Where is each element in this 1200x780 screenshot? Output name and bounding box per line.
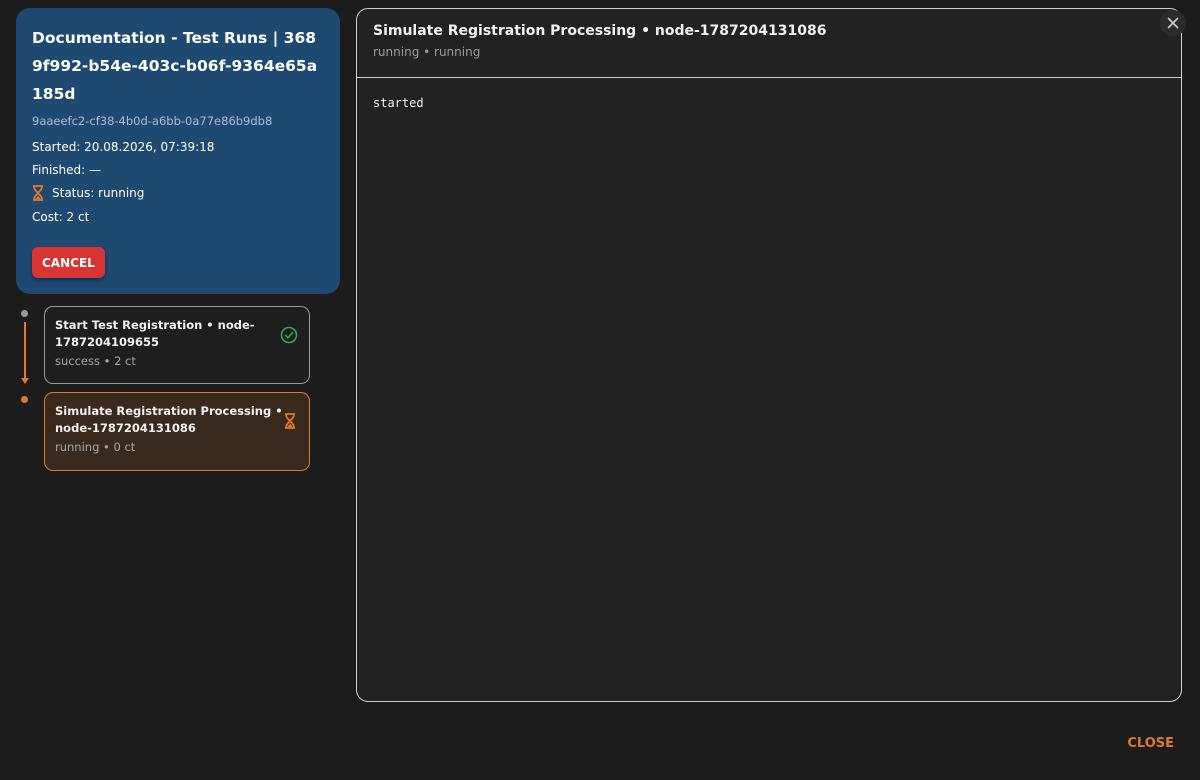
detail-title: Simulate Registration Processing • node-… [373,23,827,39]
hourglass-icon [32,185,44,201]
node-status: running • 0 ct [55,440,136,454]
node-status: success • 2 ct [55,354,136,368]
node-output-log: started [373,96,424,110]
node-card-start-test-registration[interactable]: Start Test Registration • node-178720410… [44,306,310,384]
run-status: Status: running [32,185,324,201]
timeline-connector [24,322,26,378]
run-details-dialog: Documentation - Test Runs | 3689f992-b54… [0,0,1200,780]
run-status-label: Status: running [52,186,145,200]
run-title: Documentation - Test Runs | 3689f992-b54… [32,29,318,103]
run-started: Started: 20.08.2026, 07:39:18 [32,140,215,154]
detail-header: Simulate Registration Processing • node-… [357,9,1181,78]
run-finished: Finished: — [32,163,102,177]
timeline-arrow-icon [21,378,29,384]
close-icon[interactable] [1160,10,1186,36]
check-circle-icon [280,326,298,348]
hourglass-icon [284,412,296,434]
node-card-simulate-registration-processing[interactable]: Simulate Registration Processing • node-… [44,392,310,471]
run-cost: Cost: 2 ct [32,210,90,224]
close-button[interactable]: CLOSE [1127,736,1174,751]
node-title: Start Test Registration • node-178720410… [55,318,255,349]
detail-status: running • running [373,45,481,59]
cancel-button[interactable]: CANCEL [32,247,105,278]
run-id: 9aaeefc2-cf38-4b0d-a6bb-0a77e86b9db8 [32,114,273,128]
timeline-dot-active [21,396,28,403]
node-title: Simulate Registration Processing • node-… [55,404,283,435]
timeline-dot-done [21,310,28,317]
run-summary-card: Documentation - Test Runs | 3689f992-b54… [16,8,340,294]
node-detail-panel: Simulate Registration Processing • node-… [356,8,1182,702]
